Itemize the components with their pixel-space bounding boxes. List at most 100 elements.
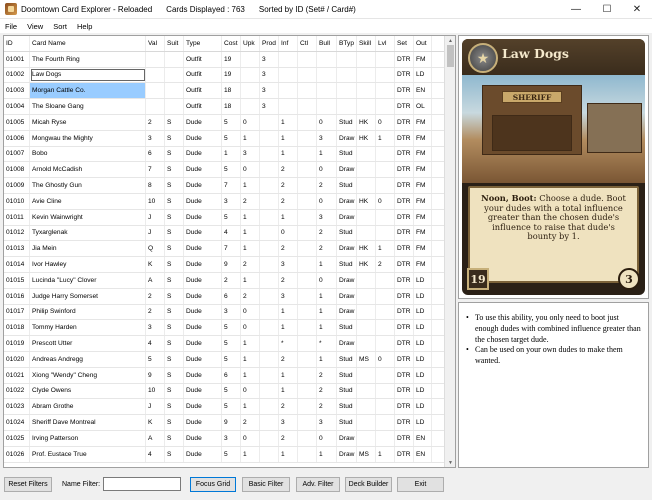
cell-skill[interactable] bbox=[357, 399, 376, 415]
cell-cost[interactable]: 5 bbox=[222, 209, 241, 225]
cell-bullets[interactable]: 1 bbox=[317, 146, 337, 162]
cell-card-name[interactable]: Ivor Hawley bbox=[30, 257, 146, 272]
cell-bullets[interactable] bbox=[317, 99, 337, 114]
cell-influence[interactable] bbox=[279, 67, 298, 83]
column-header-set[interactable]: Set bbox=[395, 36, 414, 51]
cell-production[interactable] bbox=[260, 178, 279, 193]
cell-value[interactable]: 8 bbox=[146, 178, 165, 193]
cell-id[interactable]: 01001 bbox=[4, 51, 30, 67]
cell-value[interactable]: K bbox=[146, 415, 165, 430]
cell-upkeep[interactable]: 0 bbox=[241, 114, 260, 130]
cell-suit[interactable] bbox=[165, 67, 184, 83]
cell-suit[interactable]: S bbox=[165, 114, 184, 130]
cell-cost[interactable]: 5 bbox=[222, 336, 241, 351]
cell-skill[interactable]: HK bbox=[357, 257, 376, 272]
cell-upkeep[interactable]: 0 bbox=[241, 320, 260, 336]
cell-level[interactable]: 0 bbox=[376, 193, 395, 209]
table-row[interactable]: 01005 Micah Ryse 2 S Dude 5 0 1 0 Stud HK 0 DTR FM bbox=[4, 114, 455, 131]
cell-control[interactable] bbox=[298, 383, 317, 399]
cell-upkeep[interactable]: 1 bbox=[241, 336, 260, 351]
cell-control[interactable] bbox=[298, 225, 317, 241]
cell-type[interactable]: Dude bbox=[184, 241, 222, 257]
cell-id[interactable]: 01017 bbox=[4, 304, 30, 320]
cell-outfit[interactable]: FM bbox=[414, 193, 432, 209]
cell-value[interactable]: A bbox=[146, 430, 165, 446]
cell-production[interactable] bbox=[260, 399, 279, 415]
cell-id[interactable]: 01025 bbox=[4, 430, 30, 446]
cell-id[interactable]: 01013 bbox=[4, 241, 30, 257]
cell-suit[interactable]: S bbox=[165, 225, 184, 241]
cell-suit[interactable]: S bbox=[165, 257, 184, 272]
cell-outfit[interactable]: LD bbox=[414, 399, 432, 415]
cell-card-name[interactable]: Xiong "Wendy" Cheng bbox=[30, 367, 146, 383]
scroll-up-icon[interactable]: ▲ bbox=[445, 36, 455, 45]
cell-type[interactable]: Dude bbox=[184, 225, 222, 241]
cell-outfit[interactable]: FM bbox=[414, 51, 432, 67]
name-filter-input[interactable] bbox=[103, 477, 181, 491]
cell-skill[interactable]: MS bbox=[357, 351, 376, 367]
cell-suit[interactable]: S bbox=[165, 336, 184, 351]
cell-level[interactable]: 1 bbox=[376, 446, 395, 462]
cell-outfit[interactable]: FM bbox=[414, 114, 432, 130]
cell-control[interactable] bbox=[298, 209, 317, 225]
cell-influence[interactable]: 2 bbox=[279, 162, 298, 178]
cell-skill[interactable] bbox=[357, 178, 376, 193]
cell-card-name[interactable]: Abram Grothe bbox=[30, 399, 146, 415]
cell-suit[interactable]: S bbox=[165, 430, 184, 446]
cell-skill[interactable]: HK bbox=[357, 130, 376, 146]
cell-id[interactable]: 01026 bbox=[4, 446, 30, 462]
cell-card-name[interactable]: Mongwau the Mighty bbox=[30, 130, 146, 146]
cell-cost[interactable]: 3 bbox=[222, 304, 241, 320]
cell-value[interactable]: 9 bbox=[146, 367, 165, 383]
cell-level[interactable] bbox=[376, 225, 395, 241]
cell-type[interactable]: Dude bbox=[184, 209, 222, 225]
cell-bullet-type[interactable]: Draw bbox=[337, 288, 357, 304]
cell-production[interactable] bbox=[260, 336, 279, 351]
cell-suit[interactable] bbox=[165, 83, 184, 99]
cell-card-name[interactable]: The Fourth Ring bbox=[30, 51, 146, 67]
cell-cost[interactable]: 18 bbox=[222, 83, 241, 99]
table-row[interactable]: 01016 Judge Harry Somerset 2 S Dude 6 2 3 1 Draw D… bbox=[4, 288, 455, 305]
cell-influence[interactable]: 3 bbox=[279, 257, 298, 272]
cell-skill[interactable]: MS bbox=[357, 446, 376, 462]
cell-bullets[interactable]: 2 bbox=[317, 225, 337, 241]
cell-production[interactable]: 3 bbox=[260, 99, 279, 114]
cell-skill[interactable] bbox=[357, 288, 376, 304]
cell-cost[interactable]: 5 bbox=[222, 383, 241, 399]
cell-level[interactable] bbox=[376, 146, 395, 162]
cell-set[interactable]: DTR bbox=[395, 351, 414, 367]
cell-influence[interactable]: 2 bbox=[279, 193, 298, 209]
cell-influence[interactable]: 2 bbox=[279, 272, 298, 288]
vertical-scrollbar[interactable]: ▲ ▼ bbox=[444, 36, 455, 467]
cell-level[interactable] bbox=[376, 178, 395, 193]
cell-set[interactable]: DTR bbox=[395, 146, 414, 162]
cell-skill[interactable] bbox=[357, 162, 376, 178]
cell-control[interactable] bbox=[298, 272, 317, 288]
reset-filters-button[interactable]: Reset Filters bbox=[4, 477, 52, 492]
cell-cost[interactable]: 5 bbox=[222, 162, 241, 178]
cell-type[interactable]: Dude bbox=[184, 383, 222, 399]
cell-upkeep[interactable]: 1 bbox=[241, 351, 260, 367]
cell-control[interactable] bbox=[298, 430, 317, 446]
cell-cost[interactable]: 6 bbox=[222, 367, 241, 383]
cell-bullet-type[interactable]: Draw bbox=[337, 272, 357, 288]
cell-upkeep[interactable]: 1 bbox=[241, 367, 260, 383]
cell-outfit[interactable]: FM bbox=[414, 241, 432, 257]
cell-value[interactable]: 3 bbox=[146, 320, 165, 336]
cell-id[interactable]: 01007 bbox=[4, 146, 30, 162]
cell-upkeep[interactable]: 1 bbox=[241, 178, 260, 193]
cell-control[interactable] bbox=[298, 351, 317, 367]
table-row[interactable]: 01007 Bobo 6 S Dude 1 3 1 1 Stud DTR FM bbox=[4, 146, 455, 163]
cell-card-name[interactable]: The Ghostly Gun bbox=[30, 178, 146, 193]
column-header-bullet-type[interactable]: BTyp bbox=[337, 36, 357, 51]
cell-outfit[interactable]: LD bbox=[414, 272, 432, 288]
cell-card-name[interactable]: Micah Ryse bbox=[30, 114, 146, 130]
adv-filter-button[interactable]: Adv. Filter bbox=[296, 477, 340, 492]
cell-upkeep[interactable]: 2 bbox=[241, 288, 260, 304]
cell-influence[interactable]: 2 bbox=[279, 430, 298, 446]
cell-level[interactable] bbox=[376, 367, 395, 383]
table-row[interactable]: 01013 Jia Mein Q S Dude 7 1 2 2 Draw HK 1 DTR FM bbox=[4, 241, 455, 258]
cell-level[interactable] bbox=[376, 336, 395, 351]
cell-bullet-type[interactable]: Draw bbox=[337, 130, 357, 146]
cell-level[interactable]: 0 bbox=[376, 351, 395, 367]
